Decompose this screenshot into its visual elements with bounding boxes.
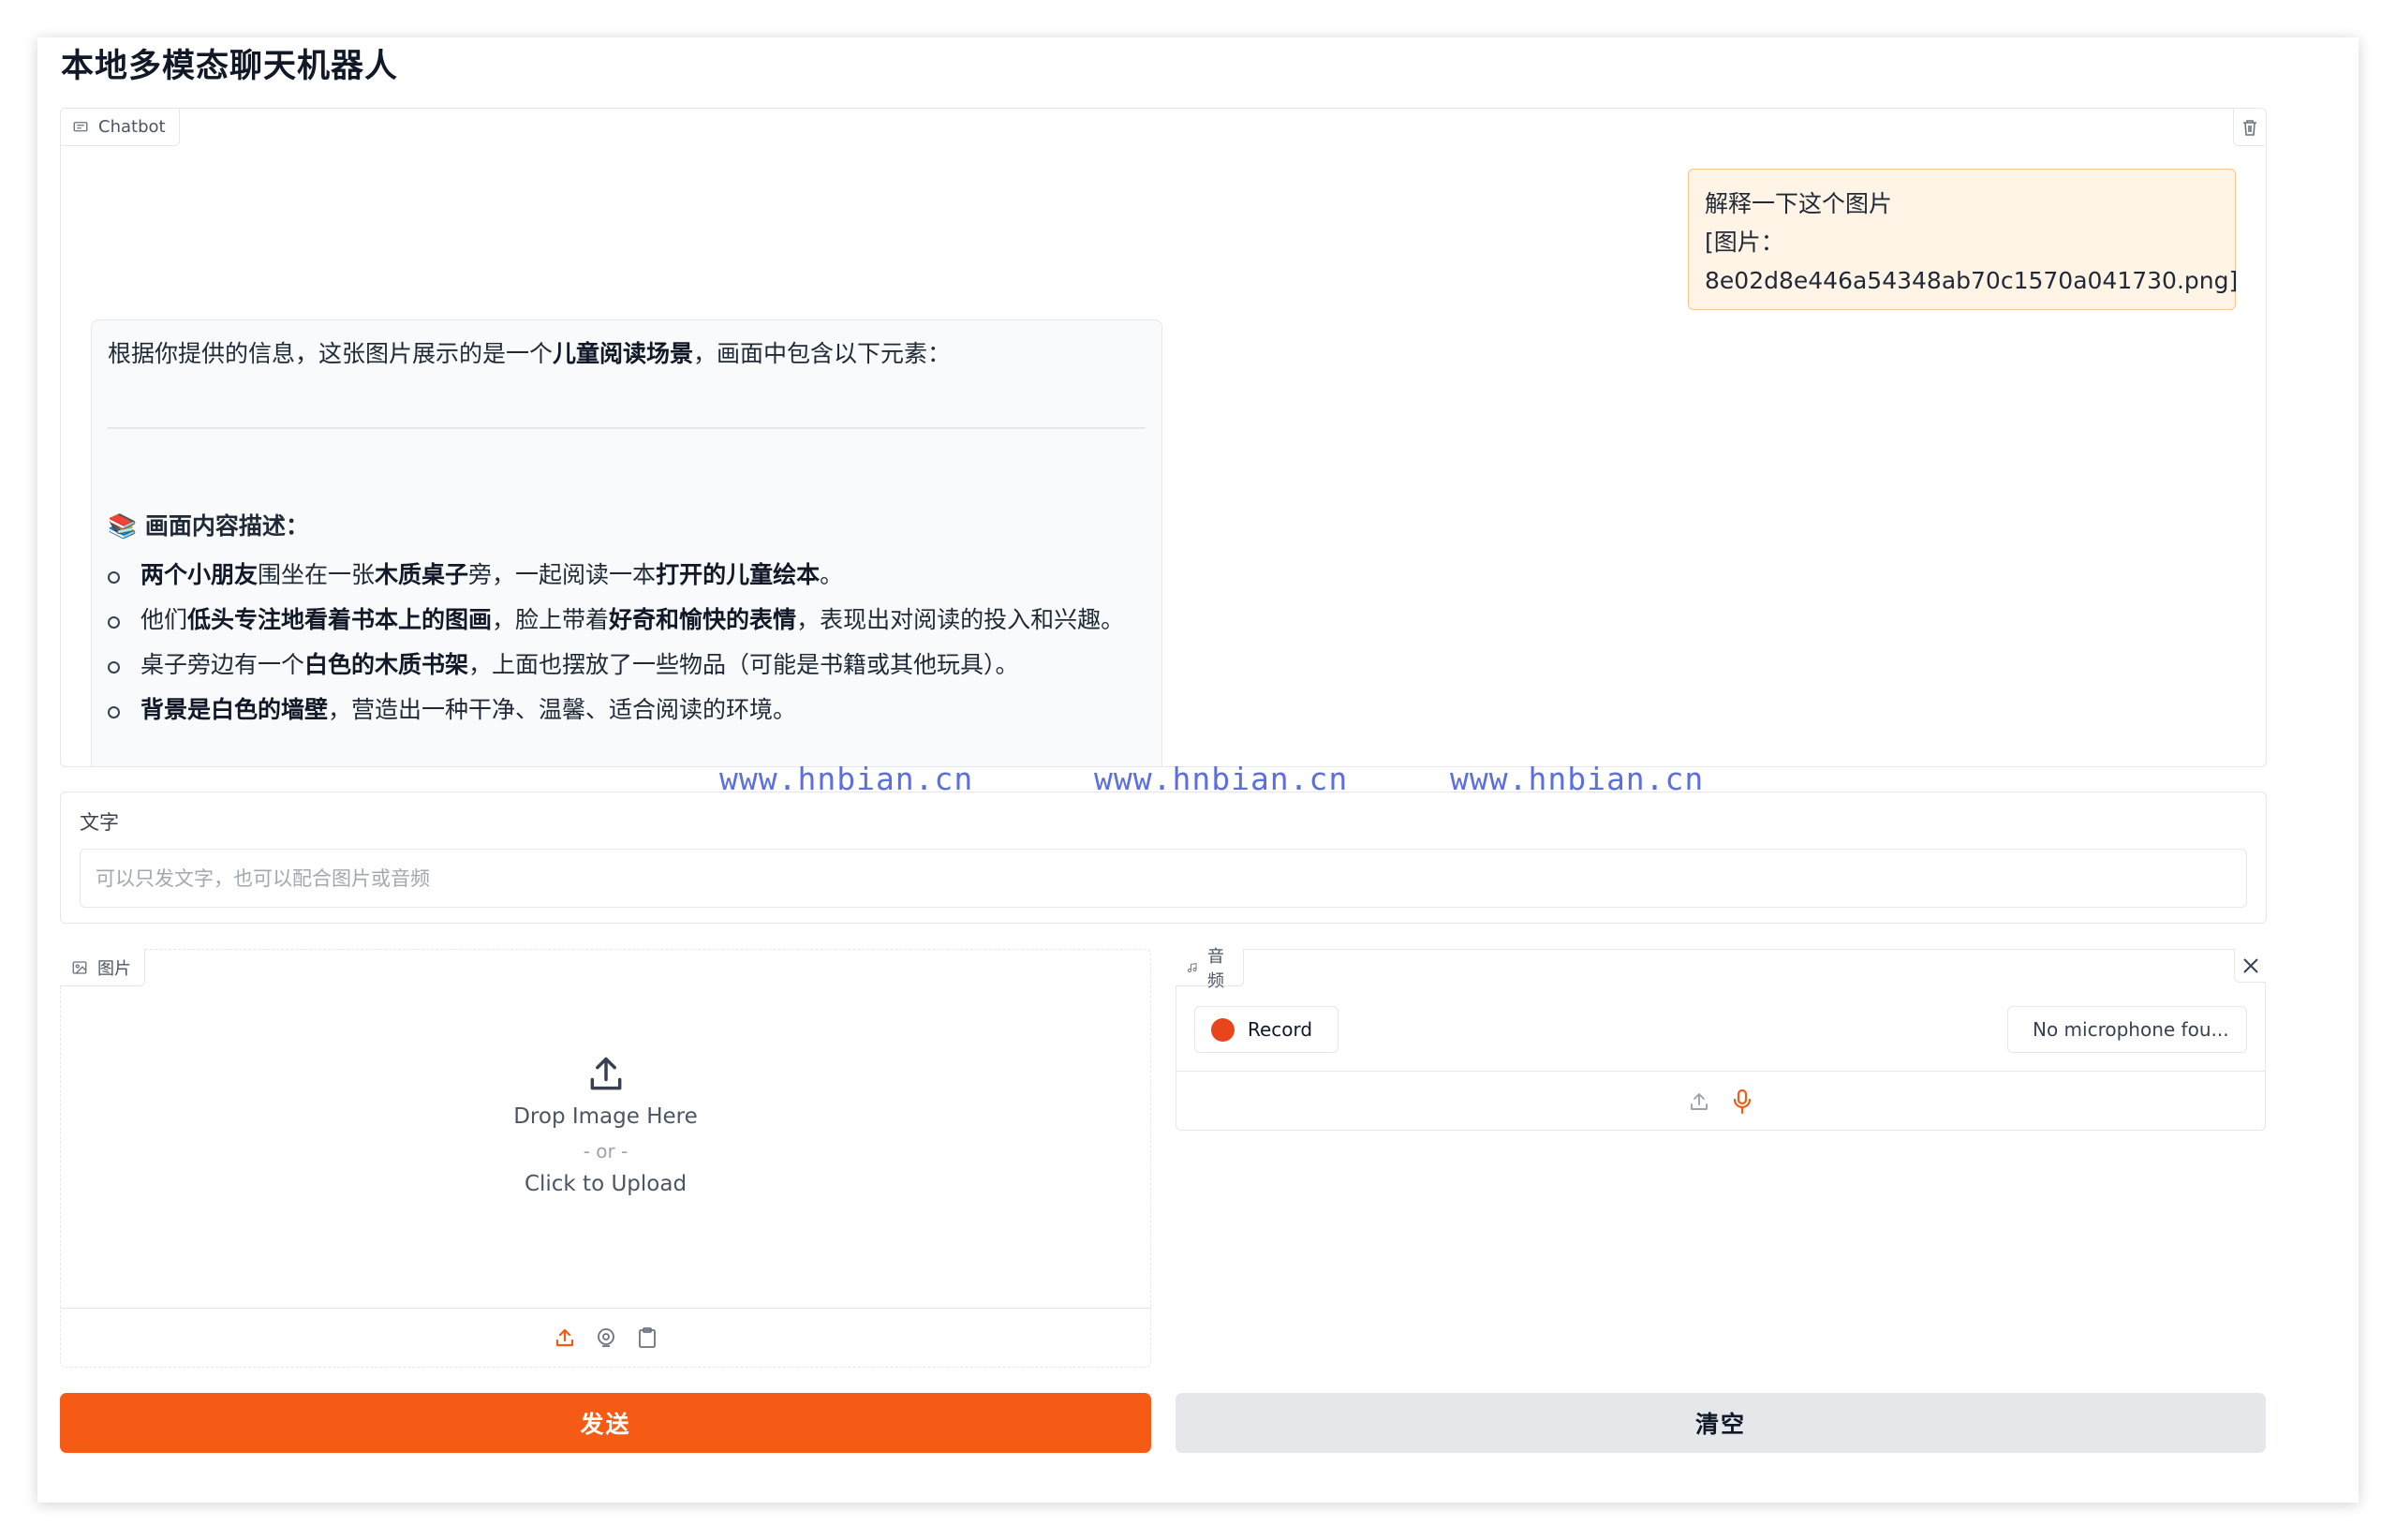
record-dot-icon (1211, 1017, 1235, 1042)
or-text: - or - (583, 1140, 629, 1162)
audio-close-button[interactable] (2234, 949, 2266, 983)
bot-message: 根据你提供的信息，这张图片展示的是一个儿童阅读场景，画面中包含以下元素： 📚 画… (91, 319, 1162, 766)
audio-label-text: 音频 (1207, 946, 1224, 991)
bot-intro-text-end: ，画面中包含以下元素： (693, 340, 952, 367)
webcam-icon (597, 1327, 614, 1347)
list-item-text: 围坐在一张 (258, 561, 376, 588)
page-title: 本地多模态聊天机器人 (61, 48, 399, 85)
audio-label: 音频 (1176, 947, 1244, 991)
text-input-label: 文字 (80, 811, 119, 834)
microphone-icon (1733, 1088, 1752, 1114)
user-message: 解释一下这个图片 [图片：8e02d8e446a54348ab70c1570a0… (1688, 169, 2239, 310)
drop-zone[interactable]: Drop Image Here - or - Click to Upload (60, 1054, 1151, 1196)
image-icon (72, 960, 87, 974)
click-to-upload-text: Click to Upload (524, 1172, 688, 1196)
user-message-line1: 解释一下这个图片 (1705, 190, 1893, 217)
list-item: 两个小朋友围坐在一张木质桌子旁，一起阅读一本打开的儿童绘本。 (108, 553, 1146, 598)
image-upload-area[interactable]: 图片 Drop Image Here - or - Click to Uploa… (60, 949, 1151, 1368)
upload-icon (1691, 1092, 1708, 1110)
list-item-bold-text: 好奇和愉快的表情 (609, 606, 797, 633)
page: 本地多模态聊天机器人 解释一下这个图片 [图片：8e02d8e446a54348… (0, 0, 2396, 1540)
list-item-text: 他们 (141, 606, 188, 633)
chat-icon (73, 121, 88, 131)
list-item: 桌子旁边有一个白色的木质书架，上面也摆放了一些物品（可能是书籍或其他玩具）。 (108, 643, 1146, 688)
clear-chat-button[interactable] (2233, 109, 2265, 146)
drop-image-text: Drop Image Here (513, 1104, 698, 1129)
divider (108, 427, 1146, 429)
record-label: Record (1248, 1018, 1313, 1041)
image-label: 图片 (60, 949, 145, 986)
bot-intro-text: 根据你提供的信息，这张图片展示的是一个 (108, 340, 554, 367)
list-item-text: ，营造出一种干净、温馨、适合阅读的环境。 (328, 696, 797, 723)
list-item-text: ，表现出对阅读的投入和兴趣。 (796, 606, 1125, 633)
list-item-text: 。 (820, 561, 844, 588)
list-item-bold-text: 两个小朋友 (141, 561, 259, 588)
clipboard-icon (638, 1326, 656, 1348)
list-item-bold-text: 打开的儿童绘本 (656, 561, 821, 588)
audio-upload-button[interactable] (1686, 1088, 1712, 1115)
chat-history[interactable]: 解释一下这个图片 [图片：8e02d8e446a54348ab70c1570a0… (61, 109, 2266, 766)
upload-icon (555, 1328, 573, 1346)
audio-microphone-button[interactable] (1729, 1088, 1755, 1115)
list-item-text: 旁，一起阅读一本 (468, 561, 657, 588)
list-item-bold-text: 木质桌子 (375, 561, 469, 588)
bot-intro: 根据你提供的信息，这张图片展示的是一个儿童阅读场景，画面中包含以下元素： (108, 335, 1146, 373)
bot-intro-bold: 儿童阅读场景 (553, 340, 694, 367)
chatbot-label-text: Chatbot (98, 117, 166, 137)
music-icon (1188, 962, 1197, 972)
list-item-bold-text: 背景是白色的墙壁 (141, 696, 329, 723)
chatbot-label: Chatbot (61, 109, 180, 146)
list-item: 他们低头专注地看着书本上的图画，脸上带着好奇和愉快的表情，表现出对阅读的投入和兴… (108, 598, 1146, 643)
clear-button[interactable]: 清空 (1176, 1393, 2266, 1453)
image-label-text: 图片 (97, 958, 131, 979)
chatbot-panel: 解释一下这个图片 [图片：8e02d8e446a54348ab70c1570a0… (60, 108, 2267, 861)
clipboard-source-button[interactable] (633, 1324, 661, 1352)
message-input[interactable] (80, 849, 2247, 908)
list-item-text: ，脸上带着 (492, 606, 610, 633)
section-heading: 📚 画面内容描述： (108, 508, 1146, 545)
send-button[interactable]: 发送 (60, 1393, 1151, 1453)
user-message-line2: [图片：8e02d8e446a54348ab70c1570a041730.png… (1705, 229, 2239, 294)
list-item-bold-text: 低头专注地看着书本上的图画 (187, 606, 493, 633)
list-item: 背景是白色的墙壁，营造出一种干净、温馨、适合阅读的环境。 (108, 688, 1146, 733)
list-item-text: ，上面也摆放了一些物品（可能是书籍或其他玩具）。 (468, 651, 1019, 678)
image-source-toolbar (60, 1308, 1151, 1366)
upload-source-button[interactable] (551, 1324, 579, 1352)
section-title: 画面内容描述： (144, 512, 309, 540)
upload-icon (590, 1057, 621, 1090)
audio-source-toolbar (1176, 1071, 2266, 1131)
close-icon (2242, 957, 2258, 973)
webcam-source-button[interactable] (592, 1324, 620, 1352)
trash-icon (2242, 119, 2256, 136)
record-button[interactable]: Record (1194, 1006, 1339, 1053)
list-item-text: 桌子旁边有一个 (141, 651, 305, 678)
microphone-select[interactable]: No microphone fou... (2007, 1006, 2247, 1053)
books-icon: 📚 (108, 512, 138, 540)
description-list: 两个小朋友围坐在一张木质桌子旁，一起阅读一本打开的儿童绘本。 他们低头专注地看着书… (108, 553, 1146, 733)
list-item-bold-text: 白色的木质书架 (304, 651, 469, 678)
